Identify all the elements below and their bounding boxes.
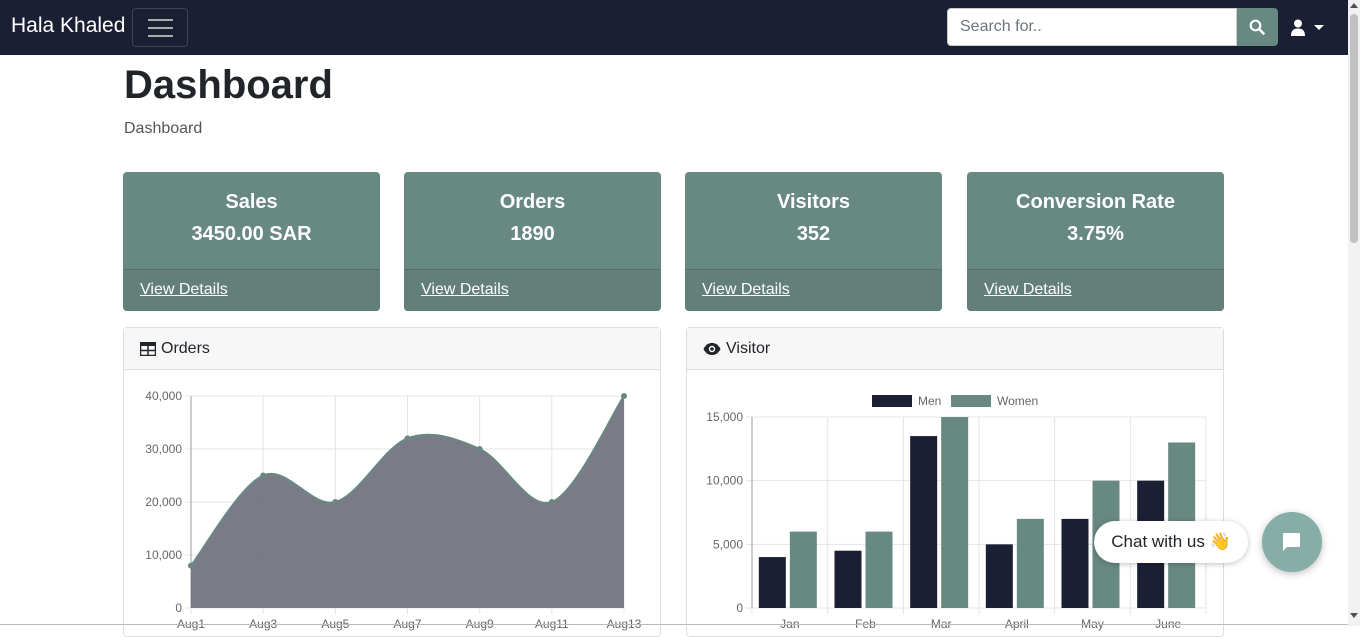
bar-men — [758, 557, 786, 608]
bar-women — [865, 531, 893, 608]
legend-swatch — [872, 395, 912, 407]
card-title: Visitors — [777, 191, 850, 213]
divider — [0, 624, 1348, 625]
bar-women — [1016, 518, 1044, 608]
bar-women — [789, 531, 817, 608]
data-point — [260, 472, 267, 479]
view-details-link[interactable]: View Details — [984, 281, 1072, 299]
card-value: 3450.00 SAR — [191, 223, 312, 245]
eye-icon — [703, 342, 721, 355]
card-value: 352 — [796, 223, 831, 245]
visitor-chart-panel: Visitor 15,000 10,000 5,000 0 Jan Feb Mar April… — [686, 327, 1224, 637]
search-form — [947, 8, 1278, 46]
chat-launcher-button[interactable] — [1262, 512, 1322, 572]
panel-header: Visitor — [687, 328, 1223, 370]
panel-header: Orders — [124, 328, 660, 370]
page-title: Dashboard — [124, 63, 333, 107]
caret-down-icon — [1314, 25, 1324, 30]
y-tick-label: 10,000 — [145, 548, 182, 562]
y-tick-label: 40,000 — [145, 389, 182, 403]
bar-men — [985, 544, 1013, 608]
brand-link[interactable]: Hala Khaled — [11, 14, 125, 38]
data-point — [548, 499, 555, 505]
hamburger-icon — [148, 19, 173, 21]
data-point — [621, 393, 627, 399]
panel-title: Visitor — [726, 339, 771, 357]
legend-swatch — [951, 395, 991, 407]
card-value: 3.75% — [1067, 223, 1124, 245]
page-scrollbar[interactable] — [1348, 0, 1360, 626]
bar-men — [834, 550, 862, 608]
chat-invite-bubble[interactable]: Chat with us 👋 — [1094, 521, 1248, 563]
data-point — [332, 499, 339, 505]
view-details-link[interactable]: View Details — [421, 281, 509, 299]
search-button[interactable] — [1237, 8, 1278, 46]
y-tick-label: 0 — [736, 601, 743, 615]
legend-label: Women — [997, 394, 1038, 408]
visitors-card: Visitors 352 View Details — [685, 172, 942, 311]
card-title: Sales — [225, 191, 278, 213]
top-navbar: Hala Khaled — [0, 0, 1348, 55]
orders-area-chart: 40,00030,00020,00010,0000Aug1 Aug3 Aug5 Aug… — [145, 389, 641, 631]
scroll-down-arrow-icon[interactable] — [1350, 613, 1358, 618]
y-tick-label: 15,000 — [706, 410, 743, 424]
legend-label: Men — [918, 394, 941, 408]
search-input[interactable] — [947, 8, 1237, 46]
search-icon — [1249, 19, 1265, 35]
table-icon — [140, 341, 156, 356]
conversion-rate-card: Conversion Rate 3.75% View Details — [967, 172, 1224, 311]
card-title: Orders — [499, 191, 566, 213]
y-tick-label: 30,000 — [145, 442, 182, 456]
user-icon — [1291, 19, 1305, 36]
bar-women — [941, 417, 969, 608]
visitor-bar-chart: 15,00010,0005,0000Jan Feb Mar April May JuneM… — [706, 394, 1207, 631]
chat-icon — [1283, 533, 1300, 551]
view-details-link[interactable]: View Details — [140, 281, 228, 299]
data-point — [188, 562, 194, 569]
scroll-up-arrow-icon[interactable] — [1350, 3, 1358, 8]
user-menu-dropdown[interactable] — [1287, 14, 1327, 42]
bar-men — [1061, 518, 1089, 608]
data-point — [404, 435, 411, 442]
bar-men — [910, 436, 938, 608]
card-title: Conversion Rate — [1016, 191, 1175, 213]
y-tick-label: 20,000 — [145, 495, 182, 509]
orders-chart-panel: Orders 40,000 30,000 20,000 10,000 0 Aug1 Aug3… — [123, 327, 661, 637]
y-tick-label: 5,000 — [713, 537, 743, 551]
sales-card: Sales 3450.00 SAR View Details — [123, 172, 380, 311]
panel-title: Orders — [161, 339, 210, 357]
y-tick-label: 10,000 — [706, 474, 743, 488]
scrollbar-thumb[interactable] — [1350, 14, 1358, 243]
card-value: 1890 — [510, 223, 555, 245]
menu-toggle-button[interactable] — [132, 8, 188, 47]
orders-card: Orders 1890 View Details — [404, 172, 661, 311]
breadcrumb: Dashboard — [124, 120, 203, 137]
view-details-link[interactable]: View Details — [702, 281, 790, 299]
y-tick-label: 0 — [175, 601, 182, 615]
data-point — [476, 446, 483, 452]
